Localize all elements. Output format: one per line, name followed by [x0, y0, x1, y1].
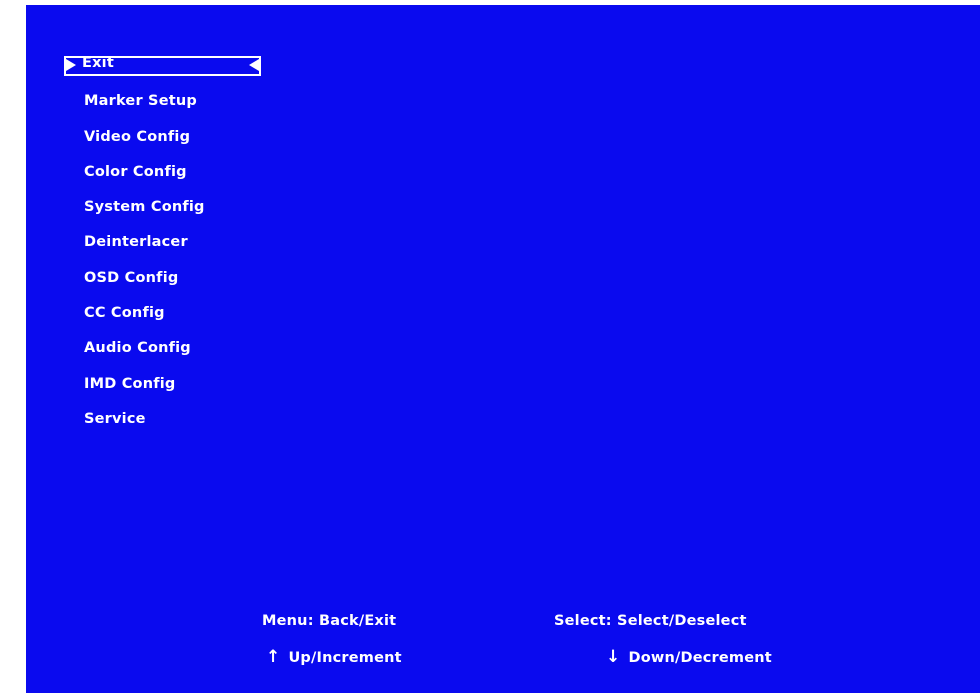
menu-item-cc-config[interactable]: CC Config — [64, 303, 261, 338]
menu-item-label: Deinterlacer — [84, 234, 188, 251]
menu-item-service[interactable]: Service — [64, 409, 261, 444]
menu-item-label: OSD Config — [84, 269, 179, 286]
menu-item-audio-config[interactable]: Audio Config — [64, 338, 261, 373]
main-menu: Exit Marker Setup Video Config Color Con… — [64, 55, 261, 444]
menu-item-color-config[interactable]: Color Config — [64, 162, 261, 197]
menu-item-label: Exit — [82, 55, 114, 71]
menu-item-label: Marker Setup — [84, 93, 197, 110]
menu-item-osd-config[interactable]: OSD Config — [64, 268, 261, 303]
menu-item-label: Service — [84, 410, 146, 427]
arrow-up-icon: ↑ — [266, 647, 281, 667]
triangle-right-icon — [66, 59, 76, 71]
menu-item-marker-setup[interactable]: Marker Setup — [64, 91, 261, 126]
menu-item-label: CC Config — [84, 305, 165, 322]
down-hint: ↓ Down/Decrement — [606, 647, 772, 668]
select-hint: Select: Select/Deselect — [554, 613, 747, 629]
arrow-down-icon: ↓ — [606, 647, 621, 667]
menu-item-label: System Config — [84, 199, 205, 216]
up-hint-label: Up/Increment — [288, 650, 402, 666]
menu-item-label: IMD Config — [84, 375, 176, 392]
menu-item-imd-config[interactable]: IMD Config — [64, 374, 261, 409]
menu-item-system-config[interactable]: System Config — [64, 197, 261, 232]
menu-item-video-config[interactable]: Video Config — [64, 127, 261, 162]
menu-item-deinterlacer[interactable]: Deinterlacer — [64, 232, 261, 267]
menu-hint: Menu: Back/Exit — [262, 613, 397, 629]
triangle-left-icon — [249, 59, 259, 71]
menu-item-label: Video Config — [84, 128, 191, 145]
down-hint-label: Down/Decrement — [628, 650, 772, 666]
up-hint: ↑ Up/Increment — [266, 647, 402, 668]
menu-item-label: Audio Config — [84, 340, 191, 357]
osd-screen: Exit Marker Setup Video Config Color Con… — [26, 5, 980, 693]
menu-item-label: Color Config — [84, 163, 187, 180]
menu-item-exit[interactable]: Exit — [64, 55, 261, 91]
